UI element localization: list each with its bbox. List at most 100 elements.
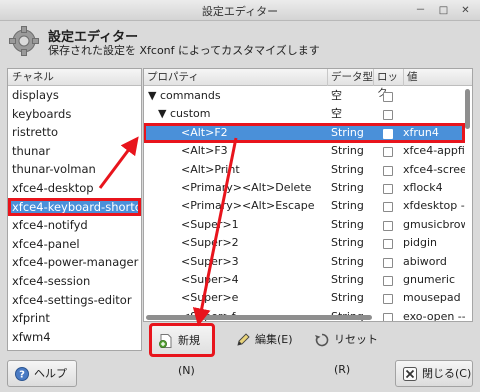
property-type: String (331, 180, 364, 194)
property-row[interactable]: <Super>e String mousepad (144, 289, 464, 307)
property-row[interactable]: <Super>4 String gnumeric (144, 271, 464, 289)
scrollbar-thumb[interactable] (465, 89, 470, 129)
channel-item[interactable]: xfce4-panel (8, 235, 141, 254)
lock-checkbox[interactable] (383, 312, 393, 321)
property-row[interactable]: <Super>3 String abiword (144, 253, 464, 271)
lock-checkbox[interactable] (383, 128, 393, 139)
lock-checkbox[interactable] (383, 183, 393, 194)
property-name: <Primary><Alt>Delete (181, 180, 312, 194)
vertical-scrollbar[interactable] (464, 87, 471, 317)
channel-item-selected[interactable]: xfce4-keyboard-shortcuts (8, 197, 141, 217)
minimize-icon[interactable]: － (414, 4, 427, 17)
close-window-icon[interactable]: ✕ (459, 4, 472, 17)
reset-button-label: リセット(R) (334, 333, 378, 376)
property-name: <Super>4 (181, 272, 239, 286)
reset-property-button[interactable]: リセット(R) (308, 325, 388, 376)
channel-item[interactable]: xfce4-notifyd (8, 216, 141, 235)
lock-checkbox[interactable] (383, 294, 393, 305)
property-type: String (331, 162, 364, 176)
channel-item[interactable]: ristretto (8, 123, 141, 142)
channel-item[interactable]: xfce4-power-manager (8, 253, 141, 272)
page-subtitle: 保存された設定を Xfconf によってカスタマイズします (48, 44, 320, 57)
property-row[interactable]: ▼ custom 空 (144, 105, 464, 123)
lock-checkbox[interactable] (383, 220, 393, 231)
edit-button-label: 編集(E) (255, 333, 293, 346)
property-value[interactable]: xfrun4 (403, 124, 465, 142)
property-row[interactable]: <Alt>F3 String xfce4-appfin (144, 142, 465, 160)
value-column-header[interactable]: 値 (403, 69, 472, 86)
svg-text:?: ? (19, 370, 25, 381)
property-row[interactable]: <Primary><Alt>Escape String xfdesktop -- (144, 197, 465, 215)
lock-column-header[interactable]: ロック (373, 69, 403, 99)
property-name: <Super>2 (181, 236, 239, 250)
lock-checkbox[interactable] (383, 92, 393, 102)
horizontal-scrollbar[interactable] (146, 315, 372, 320)
lock-checkbox[interactable] (383, 257, 393, 268)
close-button-label: 閉じる(C) (422, 367, 472, 380)
title-bar: 設定エディター － □ ✕ (0, 0, 480, 21)
lock-checkbox[interactable] (383, 165, 393, 176)
channel-list[interactable]: チャネル displays keyboards ristretto thunar… (7, 68, 142, 351)
help-button-label: ヘルプ(H) (34, 367, 67, 380)
window-title: 設定エディター (201, 5, 279, 18)
dialog-header: 設定エディター 保存された設定を Xfconf によってカスタマイズします (0, 21, 480, 67)
maximize-icon[interactable]: □ (437, 4, 450, 17)
help-button[interactable]: ? ヘルプ(H) (7, 360, 77, 387)
new-document-icon (159, 334, 172, 348)
channel-item[interactable]: xsettings (8, 346, 141, 350)
property-row[interactable]: <Alt>Print String xfce4-scree (144, 161, 465, 179)
property-type: String (331, 291, 364, 305)
close-button[interactable]: 閉じる(C) (395, 360, 473, 387)
type-column-header[interactable]: データ型 (327, 69, 373, 86)
property-row-selected[interactable]: <Alt>F2 String xfrun4 (144, 122, 465, 144)
channel-item[interactable]: displays (8, 86, 141, 105)
new-property-button[interactable]: 新規(N) (149, 323, 215, 377)
property-value[interactable]: pidgin (403, 234, 465, 252)
property-row[interactable]: <Super>1 String gmusicbrow (144, 216, 465, 234)
property-row[interactable]: <Super>2 String pidgin (144, 234, 464, 252)
property-type: String (331, 236, 364, 250)
channel-item[interactable]: thunar (8, 142, 141, 161)
property-value[interactable]: xfdesktop -- (403, 197, 465, 215)
lock-checkbox[interactable] (383, 147, 393, 158)
property-type: String (331, 199, 364, 213)
lock-checkbox[interactable] (383, 110, 393, 121)
channel-item[interactable]: xfce4-session (8, 272, 141, 291)
property-type: 空 (331, 107, 342, 121)
property-name: <Super>3 (181, 254, 239, 268)
new-button-label: 新規(N) (178, 334, 200, 377)
property-type: String (331, 272, 364, 286)
property-name: <Alt>Print (181, 162, 240, 176)
property-type: String (331, 217, 364, 231)
property-column-header[interactable]: プロパティ (144, 69, 327, 86)
close-icon (403, 367, 417, 381)
property-value[interactable]: gnumeric (403, 271, 465, 289)
property-value[interactable]: xflock4 (403, 179, 465, 197)
pencil-icon (237, 333, 250, 346)
channel-item[interactable]: xfce4-desktop (8, 179, 141, 198)
property-tree[interactable]: プロパティ データ型 ロック 値 ▼ commands 空 ▼ custom 空… (143, 68, 473, 322)
edit-property-button[interactable]: 編集(E) (229, 325, 297, 355)
property-name: <Alt>F2 (181, 125, 228, 139)
channel-item[interactable]: thunar-volman (8, 160, 141, 179)
settings-gear-icon (9, 26, 39, 56)
property-value[interactable]: xfce4-appfin (403, 142, 465, 160)
property-value[interactable]: gmusicbrow (403, 216, 465, 234)
channel-item[interactable]: keyboards (8, 105, 141, 124)
channel-item[interactable]: xfprint (8, 309, 141, 328)
channel-item[interactable]: xfwm4 (8, 328, 141, 347)
channel-column-header[interactable]: チャネル (8, 69, 141, 86)
property-value[interactable]: mousepad (403, 289, 465, 307)
lock-checkbox[interactable] (383, 202, 393, 213)
property-row[interactable]: <Primary><Alt>Delete String xflock4 (144, 179, 464, 197)
property-name: <Alt>F3 (181, 144, 228, 158)
property-name: ▼ commands (148, 89, 221, 102)
property-type: String (331, 254, 364, 268)
channel-item[interactable]: xfce4-settings-editor (8, 291, 141, 310)
property-value[interactable]: xfce4-scree (403, 161, 465, 179)
property-value[interactable]: exo-open -- (403, 308, 465, 321)
lock-checkbox[interactable] (383, 239, 393, 250)
property-value[interactable]: abiword (403, 253, 465, 271)
property-row[interactable]: ▼ commands 空 (144, 87, 464, 105)
lock-checkbox[interactable] (383, 275, 393, 286)
